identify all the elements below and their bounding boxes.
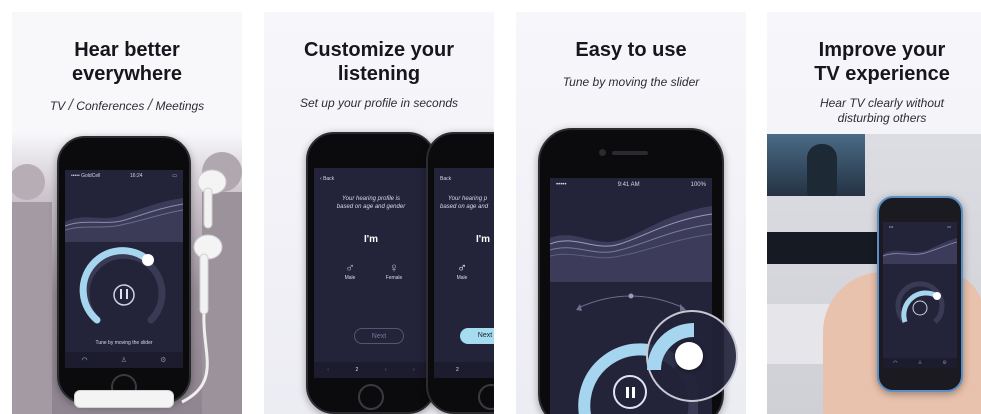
carrier-label: ••••• [556, 182, 567, 188]
back-label: Back [323, 176, 335, 182]
pager-dot: › [413, 367, 415, 373]
back-button[interactable]: Back [440, 176, 451, 182]
phone-screen: ••• ▭ ◠ ♙ ⚙ [883, 222, 957, 368]
status-bar: ••• ▭ [883, 222, 957, 230]
panel-subtitle: Tune by moving the slider [562, 75, 700, 89]
camera [599, 149, 606, 156]
panel-title: Easy to use [575, 39, 687, 61]
panel-title-line1: Improve your [818, 39, 946, 61]
phone-device: ••••• GoldCell 16:24 ▭ Tune by moving th… [57, 136, 191, 404]
tuning-dial[interactable] [893, 278, 947, 332]
status-bar: ••••• 9:41 AM 100% [550, 178, 712, 192]
headphones-icon[interactable]: ◠ [893, 360, 897, 366]
panel-subtitle-line2: disturbing others [837, 111, 927, 125]
person-icon[interactable]: ♙ [121, 356, 127, 364]
tv-person [807, 144, 837, 196]
male-label: Male [344, 275, 356, 281]
female-option[interactable]: ♀ Female [382, 260, 406, 281]
pause-button[interactable] [613, 375, 647, 409]
panel-title-line2: listening [337, 63, 421, 85]
tab-bar: ◠ ♙ ⚙ [65, 352, 183, 368]
tuning-hint: Tune by moving the slider [95, 340, 153, 346]
home-button[interactable] [478, 384, 494, 410]
pause-icon [626, 387, 635, 398]
signal-icon: ••• [889, 223, 894, 229]
phone-screen: Back Your hearing p based on age and I'm… [434, 168, 494, 378]
page-number: 2 [456, 367, 459, 373]
pager: 2 [434, 362, 494, 378]
hearing-wave-graph [65, 198, 183, 242]
back-chevron-icon: ‹ [320, 176, 322, 182]
battery-icon: ▭ [947, 223, 951, 229]
battery-label: 100% [690, 182, 706, 188]
gear-icon[interactable]: ⚙ [160, 356, 166, 364]
profile-text-line2: based on age and [440, 204, 489, 210]
time-label: 16:24 [130, 173, 143, 179]
panel-title-line1: Customize your [303, 39, 455, 61]
phone-screen: ‹ Back Your hearing profile is based on … [314, 168, 428, 378]
profile-text-line1: Your hearing p [448, 196, 488, 202]
tv-thumbnails [767, 232, 887, 264]
panel-title-line2: TV experience [814, 63, 950, 85]
screenshot-panel-easy-to-use: Easy to use Tune by moving the slider ••… [516, 12, 746, 414]
panel-subtitle: Set up your profile in seconds [299, 96, 459, 110]
screenshot-panel-hear-better: Hear better everywhere TV / Conferences … [12, 12, 242, 414]
pager-dot: › [384, 367, 387, 373]
hearing-wave-graph [883, 238, 957, 264]
tag-divider: / [68, 97, 73, 114]
profile-text-line1: Your hearing profile is [341, 196, 401, 202]
pager-dot: ‹ [327, 367, 329, 373]
panel-subtitle-line1: Hear TV clearly without [819, 96, 945, 110]
gear-icon[interactable]: ⚙ [942, 360, 946, 366]
panel-tags: TV / Conferences / Meetings [12, 97, 242, 115]
im-label: I'm [476, 234, 491, 245]
home-button[interactable] [358, 384, 384, 410]
phone-device: ••• ▭ ◠ ♙ ⚙ [877, 196, 963, 392]
page-number: 2 [355, 367, 359, 373]
phone-device-second: Back Your hearing p based on age and I'm… [426, 132, 494, 414]
male-icon: ♂ [345, 260, 355, 275]
female-icon: ♀ [389, 260, 399, 275]
back-button[interactable]: ‹ Back [320, 176, 334, 182]
tag-tv: TV [49, 99, 66, 113]
male-option[interactable]: ♂ Male [338, 260, 362, 281]
hearing-wave-graph [550, 206, 712, 282]
status-bar: ••••• GoldCell 16:24 ▭ [65, 170, 183, 182]
male-label: Male [456, 275, 468, 281]
tag-conferences: Conferences [76, 99, 145, 113]
pager: ‹ 2 › › [314, 362, 428, 378]
earbuds-icon [181, 169, 227, 404]
pause-icon[interactable] [120, 289, 128, 299]
screenshot-panel-tv: Improve your TV experience Hear TV clear… [767, 12, 981, 414]
next-button[interactable]: Next [354, 328, 404, 344]
profile-text-line2: based on age and gender [336, 204, 406, 210]
tag-divider: / [147, 97, 153, 114]
panel-title-line1: Hear better [74, 39, 180, 61]
headphones-icon[interactable]: ◠ [82, 356, 88, 364]
earpiece [612, 151, 648, 155]
im-label: I'm [363, 234, 379, 245]
phone-device: ‹ Back Your hearing profile is based on … [306, 132, 436, 414]
screenshot-panel-customize: Customize your listening Set up your pro… [264, 12, 494, 414]
female-label: Female [385, 275, 403, 281]
tab-bar: ◠ ♙ ⚙ [883, 358, 957, 368]
phone-screen: ••••• GoldCell 16:24 ▭ Tune by moving th… [65, 170, 183, 368]
time-label: 9:41 AM [617, 182, 640, 188]
male-option[interactable]: ♂ Male [450, 260, 474, 281]
tag-meetings: Meetings [155, 99, 205, 113]
slider-knob[interactable] [675, 342, 703, 370]
next-button[interactable]: Next [460, 328, 494, 344]
carrier-label: ••••• GoldCell [71, 173, 101, 179]
person-icon[interactable]: ♙ [918, 360, 922, 366]
male-icon: ♂ [457, 260, 467, 275]
lightning-connector [74, 390, 174, 408]
panel-title-line2: everywhere [71, 63, 183, 85]
